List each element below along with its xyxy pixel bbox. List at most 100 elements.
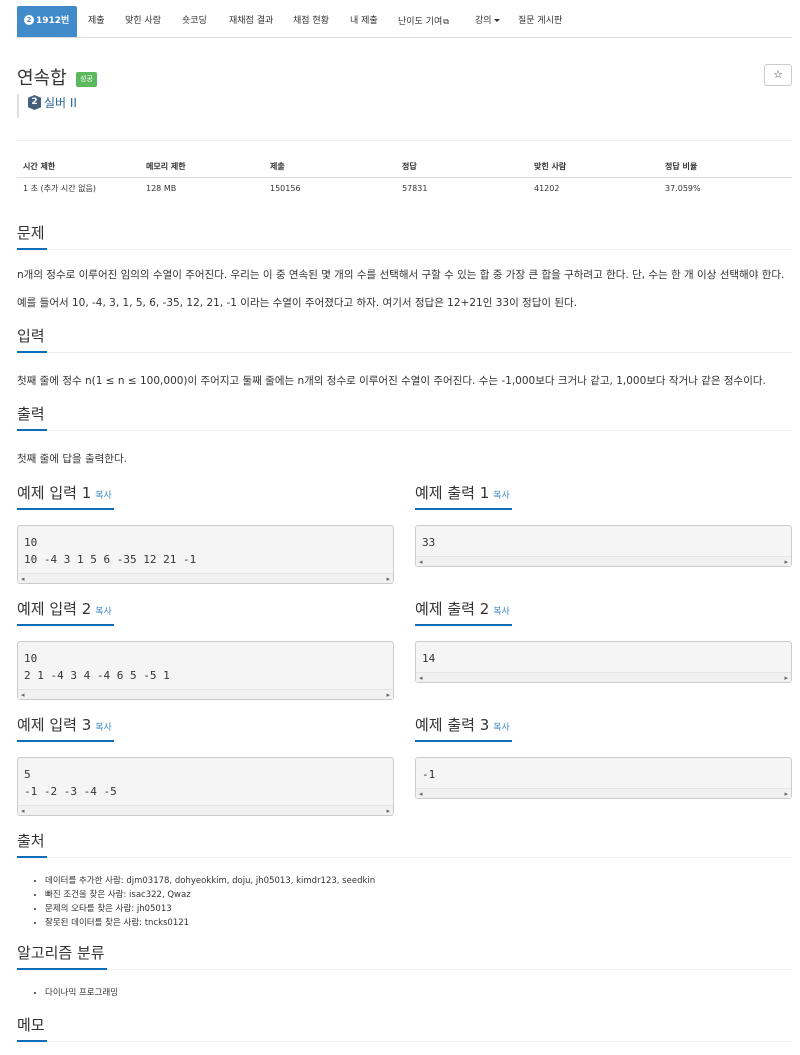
sample-output-2-box[interactable]: 14 ◂ ▸ xyxy=(415,641,792,683)
scroll-right-icon[interactable]: ▸ xyxy=(386,574,390,584)
problem-description-line: n개의 정수로 이루어진 임의의 수열이 주어진다. 우리는 이 중 연속된 몇… xyxy=(17,269,785,281)
sample-input-2-title: 예제 입력 2 xyxy=(17,600,92,618)
sample-input-2-header: 예제 입력 2 복사 xyxy=(17,596,114,626)
scroll-left-icon[interactable]: ◂ xyxy=(419,557,423,567)
star-button[interactable]: ☆ xyxy=(764,64,792,86)
tab-problem[interactable]: 2 1912번 xyxy=(17,6,78,37)
problem-menu-tabs: 2 1912번 제출 맞힌 사람 숏코딩 재채점 결과 채점 현황 내 제출 난이… xyxy=(17,6,792,38)
sample-input-1-box[interactable]: 10 10 -4 3 1 5 6 -35 12 21 -1 ◂ ▸ xyxy=(17,525,394,584)
section-memo-title: 메모 xyxy=(17,1012,47,1042)
section-memo: 메모 xyxy=(17,1012,792,1042)
scroll-left-icon[interactable]: ◂ xyxy=(419,673,423,683)
sample-output-2-title: 예제 출력 2 xyxy=(415,600,490,618)
list-item: 잘못된 데이터를 찾은 사람: tncks0121 xyxy=(45,916,375,930)
list-item: 데이터를 추가한 사람: djm03178, dohyeokkim, doju,… xyxy=(45,874,375,888)
value-time-limit: 1 초 (추가 시간 없음) xyxy=(23,184,97,193)
scroll-left-icon[interactable]: ◂ xyxy=(21,806,25,816)
sample-output-3-box[interactable]: -1 ◂ ▸ xyxy=(415,757,792,799)
star-icon: ☆ xyxy=(773,68,783,81)
tab-solvers[interactable]: 맞힌 사람 xyxy=(125,6,161,37)
sample-output-1-header: 예제 출력 1 복사 xyxy=(415,480,512,510)
header-ratio: 정답 비율 xyxy=(665,162,698,171)
tab-problem-label: 1912번 xyxy=(36,16,70,26)
scroll-left-icon[interactable]: ◂ xyxy=(21,690,25,700)
tab-difficulty-label: 난이도 기여 xyxy=(398,17,443,27)
table-header-row: 시간 제한 메모리 제한 제출 정답 맞힌 사람 정답 비율 xyxy=(17,156,792,178)
section-problem-title: 문제 xyxy=(17,220,47,250)
horizontal-scrollbar[interactable]: ◂ ▸ xyxy=(416,672,791,682)
horizontal-scrollbar[interactable]: ◂ ▸ xyxy=(18,689,393,699)
caret-down-icon xyxy=(493,19,500,22)
sample-output-2-text: 14 xyxy=(422,652,436,665)
scroll-left-icon[interactable]: ◂ xyxy=(419,789,423,799)
value-memory-limit: 128 MB xyxy=(146,184,177,193)
tab-lecture-label: 강의 xyxy=(475,16,492,26)
scroll-right-icon[interactable]: ▸ xyxy=(386,690,390,700)
scroll-right-icon[interactable]: ▸ xyxy=(784,557,788,567)
scroll-right-icon[interactable]: ▸ xyxy=(784,789,788,799)
list-item: 문제의 오타를 찾은 사람: jh05013 xyxy=(45,902,375,916)
tab-qna[interactable]: 질문 게시판 xyxy=(518,6,562,37)
tier-badge-icon: 2 xyxy=(28,95,41,110)
tab-rejudge[interactable]: 재채점 결과 xyxy=(229,6,273,37)
sample-output-2-header: 예제 출력 2 복사 xyxy=(415,596,512,626)
value-submissions: 150156 xyxy=(270,184,301,193)
copy-button[interactable]: 복사 xyxy=(95,607,112,617)
section-algorithm: 알고리즘 분류 xyxy=(17,940,792,970)
sample-output-3-title: 예제 출력 3 xyxy=(415,716,490,734)
copy-button[interactable]: 복사 xyxy=(493,491,510,501)
algorithm-list: 다이나믹 프로그래밍 xyxy=(45,986,118,1000)
header-submissions: 제출 xyxy=(270,162,285,171)
header-accepted: 정답 xyxy=(402,162,417,171)
sample-input-3-title: 예제 입력 3 xyxy=(17,716,92,734)
section-input-title: 입력 xyxy=(17,323,47,353)
horizontal-scrollbar[interactable]: ◂ ▸ xyxy=(18,573,393,583)
header-memory-limit: 메모리 제한 xyxy=(146,162,186,171)
external-link-icon: ⧉ xyxy=(443,17,449,26)
scroll-right-icon[interactable]: ▸ xyxy=(784,673,788,683)
sample-input-3-text: 5 -1 -2 -3 -4 -5 xyxy=(24,768,117,798)
sample-input-3-box[interactable]: 5 -1 -2 -3 -4 -5 ◂ ▸ xyxy=(17,757,394,816)
sample-input-2-text: 10 2 1 -4 3 4 -4 6 5 -5 1 xyxy=(24,652,170,682)
section-problem: 문제 xyxy=(17,220,792,250)
section-algorithm-title: 알고리즘 분류 xyxy=(17,940,107,970)
status-badge: 성공 xyxy=(76,72,97,87)
section-output: 출력 xyxy=(17,401,792,431)
tab-difficulty[interactable]: 난이도 기여⧉ xyxy=(398,6,449,37)
section-source: 출처 xyxy=(17,828,792,858)
copy-button[interactable]: 복사 xyxy=(493,723,510,733)
copy-button[interactable]: 복사 xyxy=(95,723,112,733)
copy-button[interactable]: 복사 xyxy=(493,607,510,617)
tab-status[interactable]: 채점 현황 xyxy=(293,6,329,37)
source-list: 데이터를 추가한 사람: djm03178, dohyeokkim, doju,… xyxy=(45,874,375,930)
scroll-left-icon[interactable]: ◂ xyxy=(21,574,25,584)
tab-lecture[interactable]: 강의 xyxy=(475,6,500,37)
horizontal-scrollbar[interactable]: ◂ ▸ xyxy=(416,788,791,798)
algorithm-tag-link[interactable]: 다이나믹 프로그래밍 xyxy=(45,986,118,1000)
sample-input-3-header: 예제 입력 3 복사 xyxy=(17,712,114,742)
tab-shortcoding[interactable]: 숏코딩 xyxy=(182,6,207,37)
horizontal-scrollbar[interactable]: ◂ ▸ xyxy=(18,805,393,815)
tier-label[interactable]: 2 실버 II xyxy=(17,94,77,118)
table-row: 1 초 (추가 시간 없음) 128 MB 150156 57831 41202… xyxy=(17,178,792,200)
copy-button[interactable]: 복사 xyxy=(95,491,112,501)
level-icon: 2 xyxy=(24,15,34,25)
list-item: 빠진 조건을 찾은 사람: isac322, Qwaz xyxy=(45,888,375,902)
header-solvers: 맞힌 사람 xyxy=(534,162,567,171)
horizontal-scrollbar[interactable]: ◂ ▸ xyxy=(416,556,791,566)
tab-submit[interactable]: 제출 xyxy=(88,6,105,37)
problem-info-table: 시간 제한 메모리 제한 제출 정답 맞힌 사람 정답 비율 1 초 (추가 시… xyxy=(17,156,792,200)
sample-output-1-title: 예제 출력 1 xyxy=(415,484,490,502)
divider xyxy=(17,140,792,141)
section-output-title: 출력 xyxy=(17,401,47,431)
scroll-right-icon[interactable]: ▸ xyxy=(386,806,390,816)
sample-output-1-box[interactable]: 33 ◂ ▸ xyxy=(415,525,792,567)
input-description: 첫째 줄에 정수 n(1 ≤ n ≤ 100,000)이 주어지고 둘째 줄에는… xyxy=(17,375,766,387)
value-accepted: 57831 xyxy=(402,184,428,193)
sample-input-2-box[interactable]: 10 2 1 -4 3 4 -4 6 5 -5 1 ◂ ▸ xyxy=(17,641,394,700)
problem-description-line: 예를 들어서 10, -4, 3, 1, 5, 6, -35, 12, 21, … xyxy=(17,297,578,309)
sample-input-1-text: 10 10 -4 3 1 5 6 -35 12 21 -1 xyxy=(24,536,197,566)
header-time-limit: 시간 제한 xyxy=(23,162,56,171)
tab-my-submissions[interactable]: 내 제출 xyxy=(350,6,378,37)
output-description: 첫째 줄에 답을 출력한다. xyxy=(17,453,127,465)
